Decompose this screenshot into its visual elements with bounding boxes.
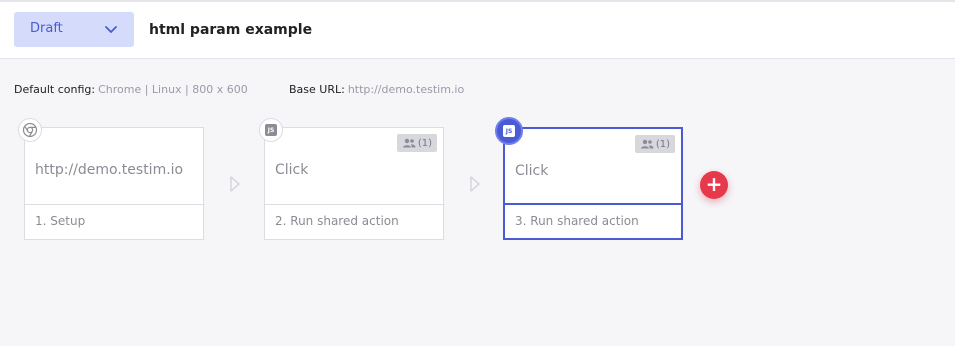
base-url: Base URL: http://demo.testim.io [289,83,464,96]
default-config-value[interactable]: Chrome | Linux | 800 x 600 [98,83,248,96]
step-card-shared-action-2[interactable]: (1) Click 3. Run shared action [503,127,683,240]
shared-users-badge: (1) [634,135,675,153]
step-footer-label: 3. Run shared action [515,214,639,228]
shared-count: (1) [417,137,432,149]
step-body: Click [515,163,549,179]
config-row: Default config: Chrome | Linux | 800 x 60… [14,83,464,96]
status-label: Draft [30,21,63,36]
status-dropdown[interactable]: Draft [14,12,134,47]
base-url-label: Base URL: [289,83,345,96]
users-icon [402,138,416,148]
default-config-label: Default config: [14,83,96,96]
step-footer: 3. Run shared action [505,203,681,238]
step-arrow-icon [470,176,480,192]
add-step-button[interactable]: + [700,171,728,199]
step-body: http://demo.testim.io [35,162,184,178]
step-footer: 2. Run shared action [265,204,443,239]
step-arrow-icon [230,176,240,192]
top-bar: Draft html param example [0,0,955,59]
shared-count: (1) [655,138,670,150]
users-icon [640,139,654,149]
step-card-setup[interactable]: http://demo.testim.io 1. Setup [24,127,204,240]
step-footer-label: 2. Run shared action [275,214,399,228]
step-footer: 1. Setup [25,204,203,239]
chrome-icon [18,118,42,142]
js-icon: JS [495,117,523,145]
plus-icon: + [705,172,723,196]
test-title[interactable]: html param example [149,22,312,38]
js-icon: JS [259,118,283,142]
step-body: Click [275,162,309,178]
chevron-down-icon [105,26,117,33]
step-footer-label: 1. Setup [35,214,86,228]
base-url-value[interactable]: http://demo.testim.io [348,83,464,96]
step-card-shared-action-1[interactable]: (1) Click 2. Run shared action [264,127,444,240]
shared-users-badge: (1) [396,134,437,152]
